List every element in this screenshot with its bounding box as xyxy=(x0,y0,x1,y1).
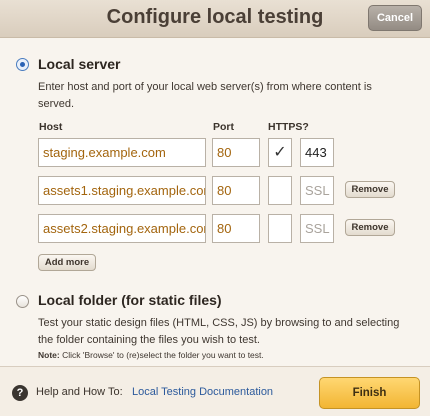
host-input[interactable]: assets1.staging.example.com xyxy=(38,176,206,205)
help-icon: ? xyxy=(12,385,28,401)
finish-button[interactable]: Finish xyxy=(319,377,420,409)
local-testing-docs-link[interactable]: Local Testing Documentation xyxy=(132,386,273,398)
ssl-port-input[interactable]: SSL xyxy=(300,214,334,243)
https-checkbox[interactable] xyxy=(268,214,292,243)
host-input[interactable]: staging.example.com xyxy=(38,138,206,167)
ssl-port-input[interactable]: 443 xyxy=(300,138,334,167)
port-input[interactable]: 80 xyxy=(212,176,260,205)
note-text: Click 'Browse' to (re)select the folder … xyxy=(59,350,264,360)
local-folder-note: Note: Click 'Browse' to (re)select the f… xyxy=(38,350,264,360)
local-server-description: Enter host and port of your local web se… xyxy=(38,81,372,110)
local-server-label: Local server xyxy=(38,56,121,72)
port-input[interactable]: 80 xyxy=(212,138,260,167)
host-input[interactable]: assets2.staging.example.com xyxy=(38,214,206,243)
remove-row-button[interactable]: Remove xyxy=(345,181,395,198)
ssl-port-input[interactable]: SSL xyxy=(300,176,334,205)
dialog-header: Configure local testing Cancel xyxy=(0,0,430,38)
https-checkbox[interactable] xyxy=(268,176,292,205)
add-more-button[interactable]: Add more xyxy=(38,254,96,271)
local-server-radio[interactable] xyxy=(16,58,29,71)
local-folder-label: Local folder (for static files) xyxy=(38,292,222,308)
host-column-label: Host xyxy=(39,121,63,133)
configure-local-testing-dialog: Configure local testing Cancel Local ser… xyxy=(0,0,430,416)
remove-row-button[interactable]: Remove xyxy=(345,219,395,236)
port-input[interactable]: 80 xyxy=(212,214,260,243)
local-folder-radio[interactable] xyxy=(16,295,29,308)
help-text: Help and How To: xyxy=(36,386,123,398)
note-label: Note: xyxy=(38,350,60,360)
port-column-label: Port xyxy=(213,121,234,133)
https-checkbox[interactable]: ✓ xyxy=(268,138,292,167)
cancel-button[interactable]: Cancel xyxy=(368,5,422,31)
https-column-label: HTTPS? xyxy=(268,121,309,133)
dialog-title: Configure local testing xyxy=(106,6,324,28)
local-folder-description: Test your static design files (HTML, CSS… xyxy=(38,317,400,346)
